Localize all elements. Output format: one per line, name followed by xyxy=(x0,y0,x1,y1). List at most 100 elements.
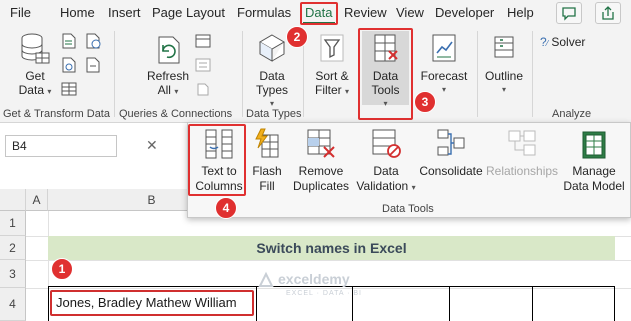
remove-duplicates-button[interactable]: Remove Duplicates xyxy=(289,127,353,194)
manage-data-model-button[interactable]: Manage Data Model xyxy=(558,127,630,194)
group-separator xyxy=(242,31,243,117)
column-header-a[interactable]: A xyxy=(26,189,48,211)
manage-data-model-label-1: Manage xyxy=(572,164,616,178)
tab-formulas[interactable]: Formulas xyxy=(237,5,291,20)
solver-label: Solver xyxy=(551,35,586,49)
data-tab-highlight xyxy=(300,2,338,25)
data-validation-button[interactable]: Data Validation ▾ xyxy=(354,127,418,195)
data-model-icon xyxy=(582,131,606,159)
get-data-label-2: Data ▾ xyxy=(18,83,52,97)
data-tools-dropdown: Text to Columns Flash Fill Remove Duplic… xyxy=(187,122,631,218)
properties-icon xyxy=(195,58,211,72)
tab-file[interactable]: File xyxy=(10,5,31,20)
relationships-icon xyxy=(508,130,536,156)
consolidate-icon xyxy=(437,129,465,156)
tab-review[interactable]: Review xyxy=(344,5,387,20)
flash-fill-icon xyxy=(255,128,279,158)
outline-button[interactable]: Outline ▾ xyxy=(480,31,528,97)
ribbon: Get Data ▾ Get & Transform Data Refresh … xyxy=(0,27,631,123)
tab-home[interactable]: Home xyxy=(60,5,95,20)
get-data-button[interactable]: Get Data ▾ xyxy=(12,31,58,99)
step-badge-1: 1 xyxy=(51,258,73,280)
forecast-button[interactable]: Forecast ▾ xyxy=(417,31,471,97)
share-icon xyxy=(602,6,614,20)
select-all-corner[interactable] xyxy=(0,189,26,211)
cell-b4[interactable]: Jones, Bradley Mathew William xyxy=(50,290,254,316)
data-types-icon xyxy=(259,34,285,62)
consolidate-label: Consolidate xyxy=(419,164,483,178)
existing-connections-icon xyxy=(86,57,100,73)
table-divider xyxy=(532,286,533,321)
queries-connections-icon xyxy=(195,34,211,48)
edit-links-icon xyxy=(197,83,209,96)
menu-bar: File Home Insert Page Layout Formulas Da… xyxy=(0,0,631,27)
tab-page-layout[interactable]: Page Layout xyxy=(152,5,225,20)
tab-developer[interactable]: Developer xyxy=(435,5,494,20)
forecast-label: Forecast xyxy=(420,69,468,83)
data-types-label-2: Types xyxy=(255,83,288,97)
data-tools-highlight xyxy=(358,28,413,120)
solver-button[interactable]: ?⁄ Solver xyxy=(540,35,600,51)
consolidate-button[interactable]: Consolidate xyxy=(418,127,484,179)
refresh-label-1: Refresh xyxy=(146,69,190,83)
solver-icon: ? xyxy=(540,35,547,49)
group-label-analyze: Analyze xyxy=(552,108,592,120)
flash-fill-button[interactable]: Flash Fill xyxy=(248,127,286,194)
name-box[interactable]: B4 xyxy=(5,135,117,157)
group-label-data-types: Data Types xyxy=(246,108,302,120)
get-data-label-1: Get xyxy=(25,69,45,83)
from-text-icon xyxy=(62,33,76,49)
remove-duplicates-icon xyxy=(307,129,335,158)
refresh-icon xyxy=(158,36,180,64)
gridline xyxy=(26,260,631,261)
relationships-button[interactable]: Relationships xyxy=(486,127,558,179)
watermark-sub: EXCEL · DATA · BI xyxy=(286,290,362,297)
tab-help[interactable]: Help xyxy=(507,5,534,20)
data-validation-label-2: Validation ▾ xyxy=(356,179,416,193)
tab-insert[interactable]: Insert xyxy=(108,5,141,20)
data-validation-icon xyxy=(372,129,401,158)
outline-label: Outline xyxy=(484,69,524,83)
data-validation-label-1: Data xyxy=(373,164,399,178)
row-header-4[interactable]: 4 xyxy=(0,288,26,321)
outline-icon xyxy=(494,36,514,58)
row-header-2[interactable]: 2 xyxy=(0,236,26,260)
comments-button[interactable] xyxy=(556,2,582,24)
comment-icon xyxy=(562,7,576,21)
filter-icon xyxy=(320,34,344,62)
solver-arrow-icon: ⁄ xyxy=(546,39,549,48)
group-separator xyxy=(114,31,115,117)
step-badge-3: 3 xyxy=(414,91,436,113)
data-tools-group-label: Data Tools xyxy=(382,203,434,215)
text-to-columns-highlight xyxy=(188,124,246,196)
flash-fill-label-1: Flash xyxy=(252,164,282,178)
group-label-queries: Queries & Connections xyxy=(119,108,233,120)
outline-caret: ▾ xyxy=(501,85,506,94)
exceldemy-logo-icon xyxy=(258,271,274,287)
recent-sources-icon xyxy=(86,33,101,49)
row-header-3[interactable]: 3 xyxy=(0,260,26,288)
from-web-icon xyxy=(62,57,76,73)
group-separator xyxy=(532,31,533,117)
sheet-title-cell[interactable]: Switch names in Excel xyxy=(48,236,615,260)
sort-filter-button[interactable]: Sort & Filter ▾ xyxy=(309,31,355,99)
refresh-label-2: All ▾ xyxy=(157,83,179,97)
cancel-icon[interactable]: ✕ xyxy=(146,137,158,154)
step-badge-4: 4 xyxy=(215,197,237,219)
relationships-label: Relationships xyxy=(486,164,559,178)
from-table-icon xyxy=(61,82,77,96)
group-label-get-transform: Get & Transform Data xyxy=(3,108,110,120)
share-button[interactable] xyxy=(595,2,621,24)
watermark-name: exceldemy xyxy=(278,271,350,287)
remove-duplicates-label-2: Duplicates xyxy=(292,179,350,193)
step-badge-2: 2 xyxy=(286,26,308,48)
refresh-all-button[interactable]: Refresh All ▾ xyxy=(142,31,194,99)
remove-duplicates-label-1: Remove xyxy=(298,164,344,178)
tab-view[interactable]: View xyxy=(396,5,424,20)
table-divider xyxy=(449,286,450,321)
table-divider xyxy=(256,286,257,321)
manage-data-model-label-2: Data Model xyxy=(563,179,625,193)
flash-fill-label-2: Fill xyxy=(259,179,275,193)
row-header-1[interactable]: 1 xyxy=(0,211,26,236)
forecast-icon xyxy=(432,34,456,62)
